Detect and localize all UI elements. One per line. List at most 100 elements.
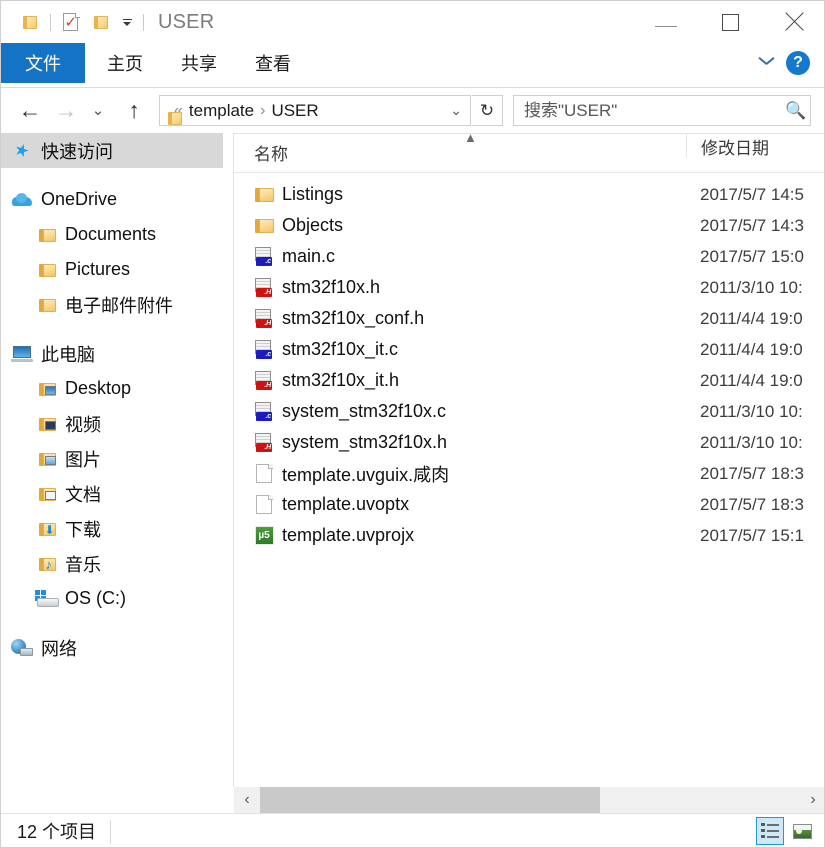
drive-icon bbox=[35, 590, 59, 607]
back-button[interactable]: ← bbox=[15, 96, 45, 126]
breadcrumb-separator: › bbox=[260, 101, 266, 119]
scroll-right-icon[interactable]: › bbox=[800, 787, 824, 813]
table-row[interactable]: .c main.c 2017/5/7 15:0 bbox=[234, 241, 824, 272]
sidebar-item-this-pc[interactable]: 此电脑 bbox=[1, 336, 233, 371]
table-row[interactable]: .c system_stm32f10x.c 2011/3/10 10: bbox=[234, 396, 824, 427]
sidebar-item-pictures[interactable]: Pictures bbox=[1, 252, 233, 287]
sidebar-gap-3 bbox=[1, 616, 233, 630]
address-bar: ← → ⌄ ↑ « template › USER ⌄ ↻ 🔍 bbox=[1, 88, 824, 133]
blank-file-icon bbox=[254, 494, 274, 515]
breadcrumb[interactable]: « template › USER ⌄ bbox=[159, 95, 471, 126]
sidebar-item-label: 快速访问 bbox=[41, 141, 113, 162]
scrollbar-track[interactable] bbox=[260, 787, 800, 813]
sidebar-item-downloads[interactable]: ⬇ 下载 bbox=[1, 511, 233, 546]
tab-share[interactable]: 共享 bbox=[165, 43, 233, 83]
new-folder-icon[interactable] bbox=[86, 7, 116, 37]
folder-icon bbox=[254, 185, 274, 205]
sidebar-item-documents[interactable]: Documents bbox=[1, 217, 233, 252]
folder-icon[interactable] bbox=[15, 7, 45, 37]
table-row[interactable]: template.uvoptx 2017/5/7 18:3 bbox=[234, 489, 824, 520]
sidebar-item-label: 下载 bbox=[65, 519, 101, 540]
customize-qat-icon[interactable] bbox=[116, 9, 138, 35]
star-icon: ★ bbox=[11, 138, 33, 162]
sidebar-item-label: OS (C:) bbox=[65, 588, 126, 608]
refresh-button[interactable]: ↻ bbox=[472, 95, 503, 126]
file-list-pane: ▲ 名称 修改日期 Listings 2017/5/7 14:5 Objects 20… bbox=[234, 133, 824, 787]
table-row[interactable]: .H stm32f10x_conf.h 2011/4/4 19:0 bbox=[234, 303, 824, 334]
c-source-icon: .c bbox=[254, 340, 274, 360]
folder-icon bbox=[254, 216, 274, 236]
sidebar-item-network[interactable]: 网络 bbox=[1, 630, 233, 665]
help-icon[interactable]: ? bbox=[786, 51, 810, 75]
network-icon bbox=[9, 639, 35, 656]
sidebar-gap-1 bbox=[1, 168, 233, 182]
large-icons-view-button[interactable] bbox=[788, 817, 816, 845]
table-row[interactable]: .H system_stm32f10x.h 2011/3/10 10: bbox=[234, 427, 824, 458]
sidebar-item-quick-access[interactable]: ★ 快速访问 bbox=[1, 133, 223, 168]
table-row[interactable]: .c stm32f10x_it.c 2011/4/4 19:0 bbox=[234, 334, 824, 365]
file-name: stm32f10x_it.c bbox=[282, 339, 399, 359]
file-name: stm32f10x.h bbox=[282, 277, 381, 297]
chevron-down-icon[interactable] bbox=[758, 53, 778, 73]
search-box[interactable]: 🔍 bbox=[513, 95, 811, 126]
sidebar-item-os-c[interactable]: OS (C:) bbox=[1, 581, 233, 616]
sidebar-item-documents-pc[interactable]: 文档 bbox=[1, 476, 233, 511]
sidebar-item-music[interactable]: ♪ 音乐 bbox=[1, 546, 233, 581]
sidebar-gap-2 bbox=[1, 322, 233, 336]
details-view-icon bbox=[761, 823, 779, 839]
tab-file[interactable]: 文件 bbox=[1, 43, 85, 83]
search-icon[interactable]: 🔍 bbox=[782, 101, 810, 121]
table-row[interactable]: Objects 2017/5/7 14:3 bbox=[234, 210, 824, 241]
sidebar-item-desktop[interactable]: Desktop bbox=[1, 371, 233, 406]
file-date: 2017/5/7 14:3 bbox=[700, 215, 804, 235]
forward-button[interactable]: → bbox=[51, 96, 81, 126]
up-button[interactable]: ↑ bbox=[119, 96, 149, 126]
scrollbar-thumb[interactable] bbox=[260, 787, 600, 813]
sidebar-item-label: 文档 bbox=[65, 484, 101, 505]
sidebar-item-label: 电子邮件附件 bbox=[65, 295, 173, 316]
file-date: 2017/5/7 15:0 bbox=[700, 246, 804, 266]
file-date: 2011/4/4 19:0 bbox=[700, 308, 803, 328]
title-bar: ✓ USER bbox=[1, 1, 824, 43]
sort-ascending-icon: ▲ bbox=[464, 133, 477, 145]
window-controls bbox=[634, 1, 824, 43]
sidebar-item-email-attachments[interactable]: 电子邮件附件 bbox=[1, 287, 233, 322]
file-name: stm32f10x_conf.h bbox=[282, 308, 425, 328]
recent-locations-button[interactable]: ⌄ bbox=[83, 96, 113, 126]
tab-view[interactable]: 查看 bbox=[239, 43, 307, 83]
file-date: 2017/5/7 18:3 bbox=[700, 463, 804, 483]
minimize-button[interactable] bbox=[634, 1, 698, 43]
breadcrumb-dropdown-icon[interactable]: ⌄ bbox=[450, 102, 462, 119]
breadcrumb-item-template[interactable]: template bbox=[189, 101, 254, 121]
documents-folder-icon bbox=[35, 486, 59, 502]
column-header-row: ▲ 名称 修改日期 bbox=[234, 133, 824, 173]
sidebar-item-onedrive[interactable]: OneDrive bbox=[1, 182, 233, 217]
column-header-date[interactable]: 修改日期 bbox=[686, 134, 769, 158]
search-input[interactable] bbox=[522, 99, 782, 122]
sidebar-item-pictures-pc[interactable]: 图片 bbox=[1, 441, 233, 476]
table-row[interactable]: Listings 2017/5/7 14:5 bbox=[234, 179, 824, 210]
details-view-button[interactable] bbox=[756, 817, 784, 845]
close-button[interactable] bbox=[762, 1, 824, 43]
file-name: Objects bbox=[282, 215, 344, 235]
pictures-folder-icon bbox=[35, 451, 59, 467]
properties-icon[interactable]: ✓ bbox=[56, 7, 86, 37]
sidebar-item-videos[interactable]: 视频 bbox=[1, 406, 233, 441]
maximize-button[interactable] bbox=[698, 1, 762, 43]
table-row[interactable]: µ5 template.uvprojx 2017/5/7 15:1 bbox=[234, 520, 824, 551]
tab-home[interactable]: 主页 bbox=[91, 43, 159, 83]
horizontal-scrollbar[interactable]: ‹ › bbox=[234, 787, 824, 813]
c-source-icon: .c bbox=[254, 247, 274, 267]
breadcrumb-item-user[interactable]: USER bbox=[271, 101, 318, 121]
sidebar-item-label: 此电脑 bbox=[41, 344, 95, 365]
table-row[interactable]: .H stm32f10x.h 2011/3/10 10: bbox=[234, 272, 824, 303]
folder-icon bbox=[35, 262, 59, 278]
column-header-name[interactable]: 名称 bbox=[254, 134, 288, 171]
file-date: 2017/5/7 15:1 bbox=[700, 525, 804, 545]
table-row[interactable]: template.uvguix.咸肉 2017/5/7 18:3 bbox=[234, 458, 824, 489]
table-row[interactable]: .H stm32f10x_it.h 2011/4/4 19:0 bbox=[234, 365, 824, 396]
c-source-icon: .c bbox=[254, 402, 274, 422]
qat-separator-1 bbox=[50, 13, 51, 31]
scroll-left-icon[interactable]: ‹ bbox=[234, 787, 260, 813]
file-rows: Listings 2017/5/7 14:5 Objects 2017/5/7 14:… bbox=[234, 173, 824, 551]
